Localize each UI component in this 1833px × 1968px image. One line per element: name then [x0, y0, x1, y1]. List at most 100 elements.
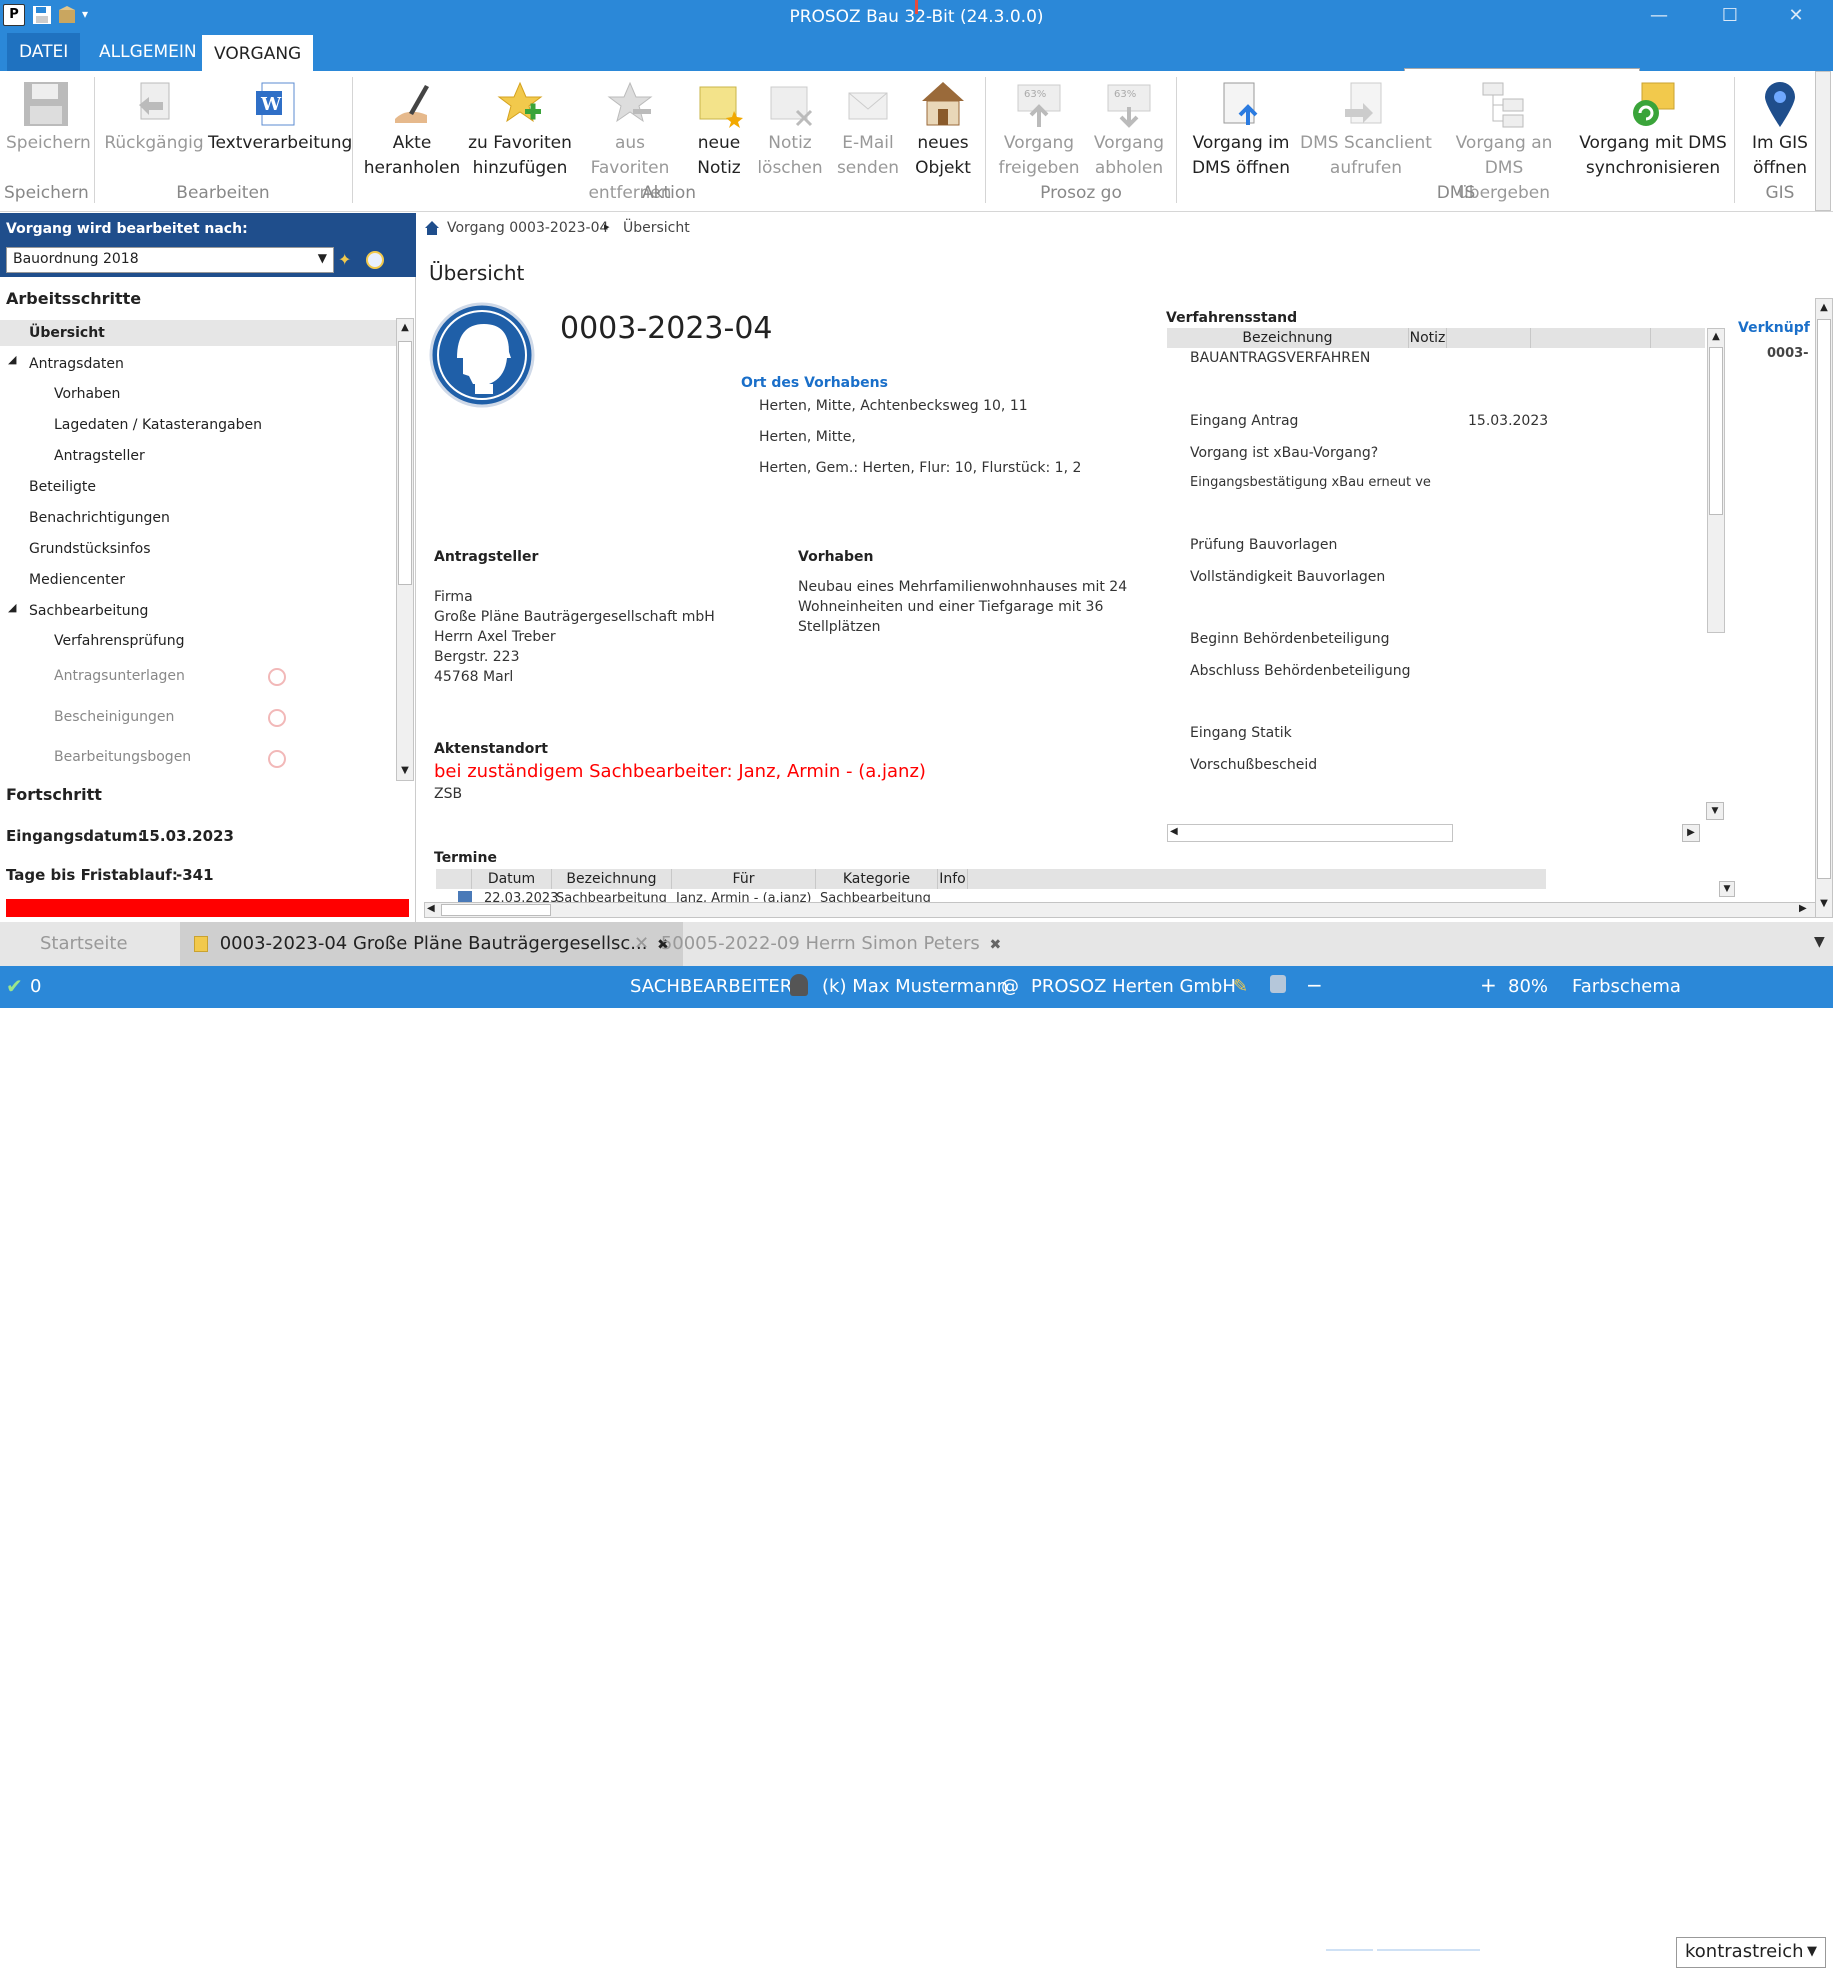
verfahren-header-notiz[interactable]: Notiz [1409, 328, 1447, 348]
close-button[interactable]: ✕ [1766, 0, 1826, 33]
scroll-thumb[interactable] [1817, 319, 1831, 879]
scroll-left-icon[interactable]: ◀ [1170, 826, 1178, 837]
zoom-out-icon[interactable]: − [1306, 973, 1323, 997]
scroll-down-icon[interactable]: ▼ [1706, 802, 1724, 820]
scroll-left-icon[interactable]: ◀ [427, 903, 435, 914]
zoom-in-icon[interactable]: + [1480, 973, 1497, 997]
zoom-thumb[interactable] [1373, 1940, 1377, 1960]
scroll-up-icon[interactable]: ▲ [1816, 299, 1832, 317]
scroll-thumb[interactable] [398, 341, 412, 585]
breadcrumb-uebersicht[interactable]: Übersicht [623, 220, 690, 236]
tab-list-icon[interactable]: ▼ [1814, 934, 1825, 950]
farbschema-select[interactable]: kontrastreich ▼ [1676, 1937, 1826, 1968]
verfahren-vscrollbar[interactable]: ▲ [1707, 328, 1725, 633]
step-bearbeitungsbogen[interactable]: Bearbeitungsbogen [54, 749, 191, 765]
scroll-down-icon[interactable]: ▼ [397, 762, 413, 780]
star-remove-icon [605, 79, 655, 129]
expand-icon[interactable]: ◢ [8, 353, 16, 366]
steps-scrollbar[interactable]: ▲ ▼ [396, 318, 414, 781]
note-new-icon [694, 79, 744, 129]
verfahren-row[interactable]: Eingang Statik [1190, 725, 1292, 741]
dms-sync-button[interactable]: Vorgang mit DMS synchronisieren [1578, 79, 1728, 181]
verfahren-row[interactable]: Beginn Behördenbeteiligung [1190, 631, 1390, 647]
regulation-header: Vorgang wird bearbeitet nach: Bauordnung… [0, 213, 416, 277]
termine-header-datum[interactable]: Datum [472, 869, 552, 889]
termine-header-fuer[interactable]: Für [672, 869, 816, 889]
magic-wand-icon[interactable]: ✦ [338, 250, 358, 270]
speichern-button[interactable]: Speichern [6, 79, 91, 156]
breadcrumb-vorgang[interactable]: Vorgang 0003-2023-04 [447, 220, 608, 236]
globe-icon[interactable] [366, 251, 384, 269]
expand-icon[interactable]: ◢ [8, 601, 16, 614]
neues-objekt-button[interactable]: neues Objekt [908, 79, 978, 181]
step-sachbearbeitung[interactable]: Sachbearbeitung [29, 603, 148, 619]
doctab-startseite[interactable]: Startseite [26, 922, 142, 966]
scroll-up-icon[interactable]: ▲ [397, 319, 413, 337]
step-lagedaten[interactable]: Lagedaten / Katasterangaben [54, 417, 262, 433]
step-mediencenter[interactable]: Mediencenter [29, 572, 125, 588]
akte-heranholen-button[interactable]: Akte heranholen [362, 79, 462, 181]
termine-header-info[interactable]: Info [938, 869, 968, 889]
step-antragsunterlagen[interactable]: Antragsunterlagen [54, 668, 185, 684]
step-antragsdaten[interactable]: Antragsdaten [29, 356, 124, 372]
neue-notiz-button[interactable]: neue Notiz [686, 79, 752, 181]
status-user[interactable]: (k) Max Mustermann [822, 976, 1008, 997]
scroll-down-icon[interactable]: ▼ [1719, 881, 1735, 897]
verfahren-row-date[interactable]: 15.03.2023 [1468, 413, 1548, 429]
scroll-thumb[interactable] [1709, 347, 1723, 515]
pen-icon[interactable]: ✎ [1233, 976, 1248, 997]
doctab-vorgang-2[interactable]: ✕ 50005-2022-09 Herrn Simon Peters ✖ [620, 922, 1015, 966]
maximize-button[interactable]: ☐ [1700, 0, 1760, 33]
main-vscrollbar[interactable]: ▲ ▼ [1815, 298, 1833, 918]
zoom-slider[interactable] [1326, 1949, 1480, 1951]
step-uebersicht[interactable]: Übersicht [29, 325, 105, 341]
doctab-vorgang-active[interactable]: 0003-2023-04 Große Pläne Bauträgergesell… [180, 922, 683, 966]
dms-oeffnen-button[interactable]: Vorgang im DMS öffnen [1186, 79, 1296, 181]
scroll-right-icon[interactable]: ▶ [1799, 903, 1807, 914]
close-tab-icon[interactable]: ✖ [989, 937, 1001, 953]
step-antragsteller[interactable]: Antragsteller [54, 448, 145, 464]
verfahren-row[interactable]: Abschluss Behördenbeteiligung [1190, 663, 1410, 679]
verknuepfungen-value[interactable]: 0003- [1767, 346, 1809, 361]
termine-hscrollbar[interactable]: ◀ ▶ [424, 902, 1824, 918]
step-grundstuecksinfos[interactable]: Grundstücksinfos [29, 541, 151, 557]
minimize-button[interactable]: — [1629, 0, 1689, 33]
rueckgaengig-button[interactable]: Rückgängig [104, 79, 204, 156]
step-bescheinigungen[interactable]: Bescheinigungen [54, 709, 174, 725]
vorgang-freigeben-button[interactable]: 63% Vorgang freigeben [996, 79, 1082, 181]
status-org[interactable]: PROSOZ Herten GmbH [1031, 976, 1236, 997]
verfahren-row[interactable]: Eingangsbestätigung xBau erneut ve [1190, 475, 1432, 490]
scroll-down-icon[interactable]: ▼ [1816, 895, 1832, 913]
lock-icon[interactable] [1270, 975, 1286, 993]
dms-scanclient-button[interactable]: DMS Scanclient aufrufen [1300, 79, 1432, 181]
verfahren-row[interactable]: Eingang Antrag [1190, 413, 1298, 429]
termine-header-kategorie[interactable]: Kategorie [816, 869, 938, 889]
email-senden-button[interactable]: E-Mail senden [830, 79, 906, 181]
gis-oeffnen-button[interactable]: Im GIS öffnen [1744, 79, 1816, 181]
step-benachrichtigungen[interactable]: Benachrichtigungen [29, 510, 170, 526]
termine-header-bezeichnung[interactable]: Bezeichnung [552, 869, 672, 889]
textverarbeitung-button[interactable]: W Textverarbeitung [208, 79, 352, 156]
verfahren-header-bezeichnung[interactable]: Bezeichnung [1167, 328, 1409, 348]
verfahren-row[interactable]: Vollständigkeit Bauvorlagen [1190, 569, 1385, 585]
vorgang-abholen-button[interactable]: 63% Vorgang abholen [1088, 79, 1170, 181]
favoriten-hinzufuegen-button[interactable]: zu Favoriten hinzufügen [466, 79, 574, 181]
tab-vorgang[interactable]: VORGANG [202, 35, 314, 71]
tab-allgemein[interactable]: ALLGEMEIN [87, 33, 209, 71]
notiz-loeschen-button[interactable]: Notiz löschen [754, 79, 826, 181]
check-icon: ✔ [6, 974, 23, 998]
regulation-select[interactable]: Bauordnung 2018 ▼ [6, 247, 334, 273]
tab-datei[interactable]: DATEI [7, 33, 81, 71]
verfahren-hscrollbar[interactable]: ◀ [1167, 824, 1453, 842]
step-beteiligte[interactable]: Beteiligte [29, 479, 96, 495]
step-vorhaben[interactable]: Vorhaben [54, 386, 120, 402]
scroll-up-icon[interactable]: ▲ [1708, 329, 1724, 345]
home-icon[interactable] [424, 220, 440, 240]
verfahren-row[interactable]: Vorschußbescheid [1190, 757, 1317, 773]
verfahren-row[interactable]: Prüfung Bauvorlagen [1190, 537, 1337, 553]
scroll-right-icon[interactable]: ▶ [1682, 824, 1700, 842]
step-verfahrenspruefung[interactable]: Verfahrensprüfung [54, 633, 185, 649]
verfahren-row[interactable]: Vorgang ist xBau-Vorgang? [1190, 445, 1378, 461]
verfahren-row[interactable]: BAUANTRAGSVERFAHREN [1190, 350, 1370, 366]
scroll-thumb[interactable] [441, 904, 551, 916]
